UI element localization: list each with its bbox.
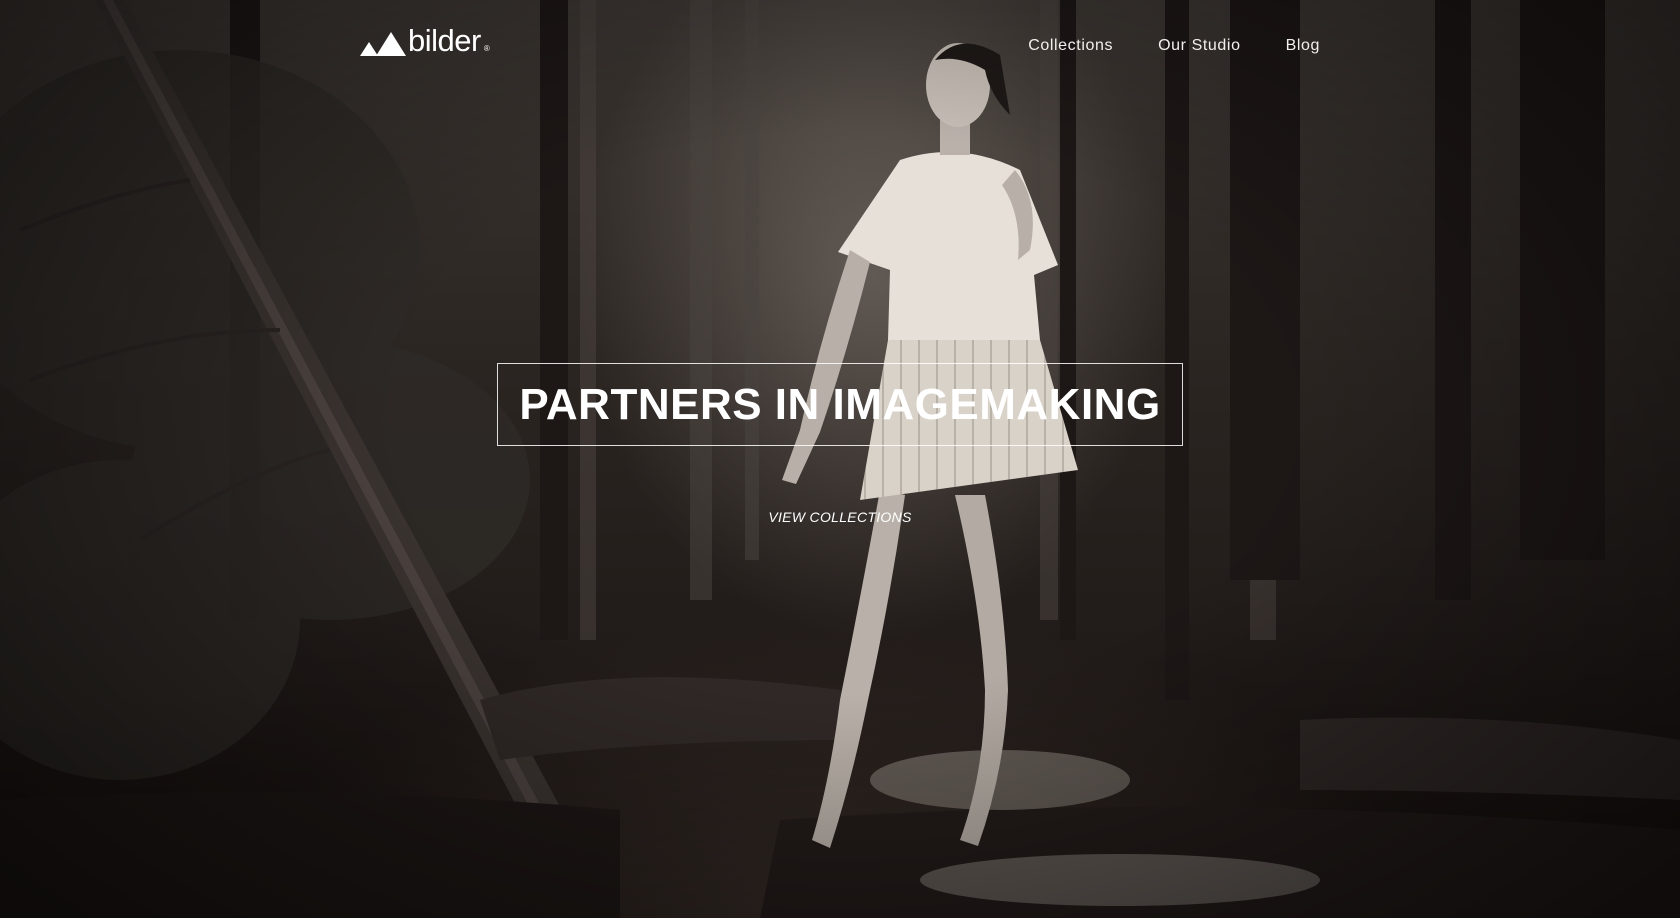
view-collections-link[interactable]: VIEW COLLECTIONS — [768, 509, 911, 525]
headline-frame: PARTNERS IN IMAGEMAKING — [497, 363, 1183, 446]
brand-logo-link[interactable]: bilder ® — [360, 24, 490, 56]
cta-wrapper: VIEW COLLECTIONS — [0, 509, 1680, 527]
hero-headline: PARTNERS IN IMAGEMAKING — [519, 379, 1161, 429]
nav-item-collections[interactable]: Collections — [1028, 37, 1113, 55]
hero-section: bilder ® Collections Our Studio Blog PAR… — [0, 0, 1680, 918]
nav-item-blog[interactable]: Blog — [1286, 37, 1320, 55]
main-nav: Collections Our Studio Blog — [1028, 37, 1320, 55]
double-triangle-logo-icon — [360, 32, 406, 56]
hero-background-photo — [0, 0, 1680, 918]
site-header: bilder ® Collections Our Studio Blog — [0, 0, 1680, 90]
nav-item-our-studio[interactable]: Our Studio — [1158, 37, 1240, 55]
brand-name: bilder — [408, 23, 481, 58]
registered-mark: ® — [483, 44, 490, 53]
